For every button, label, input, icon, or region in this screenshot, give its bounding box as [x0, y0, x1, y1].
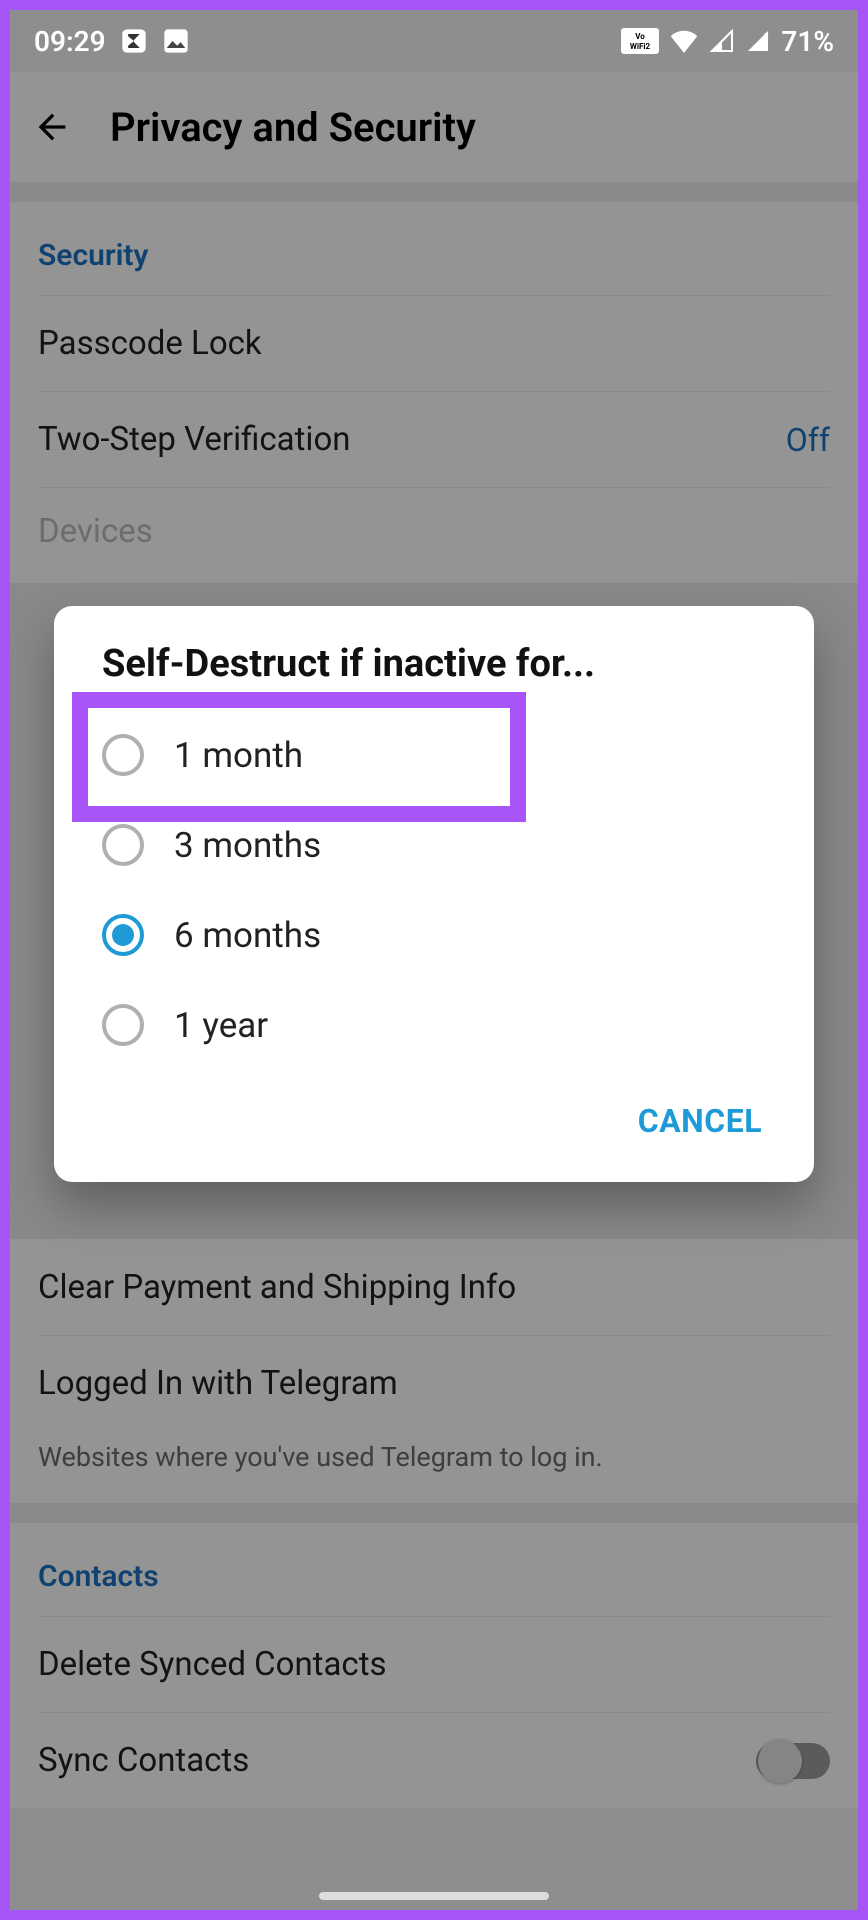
radio-label: 3 months — [174, 825, 321, 866]
radio-label: 1 year — [174, 1005, 268, 1046]
radio-icon-selected — [102, 914, 144, 956]
radio-option-1-year[interactable]: 1 year — [54, 980, 814, 1070]
radio-option-3-months[interactable]: 3 months — [54, 800, 814, 890]
radio-option-1-month[interactable]: 1 month — [54, 710, 814, 800]
cancel-button[interactable]: CANCEL — [622, 1090, 778, 1152]
dialog-scrim[interactable]: Self-Destruct if inactive for... 1 month… — [10, 10, 858, 1910]
radio-icon — [102, 824, 144, 866]
dialog-title: Self-Destruct if inactive for... — [54, 642, 814, 710]
dialog-self-destruct: Self-Destruct if inactive for... 1 month… — [54, 606, 814, 1182]
radio-icon — [102, 1004, 144, 1046]
radio-icon — [102, 734, 144, 776]
radio-label: 6 months — [174, 915, 321, 956]
radio-option-6-months[interactable]: 6 months — [54, 890, 814, 980]
radio-label: 1 month — [174, 735, 303, 776]
